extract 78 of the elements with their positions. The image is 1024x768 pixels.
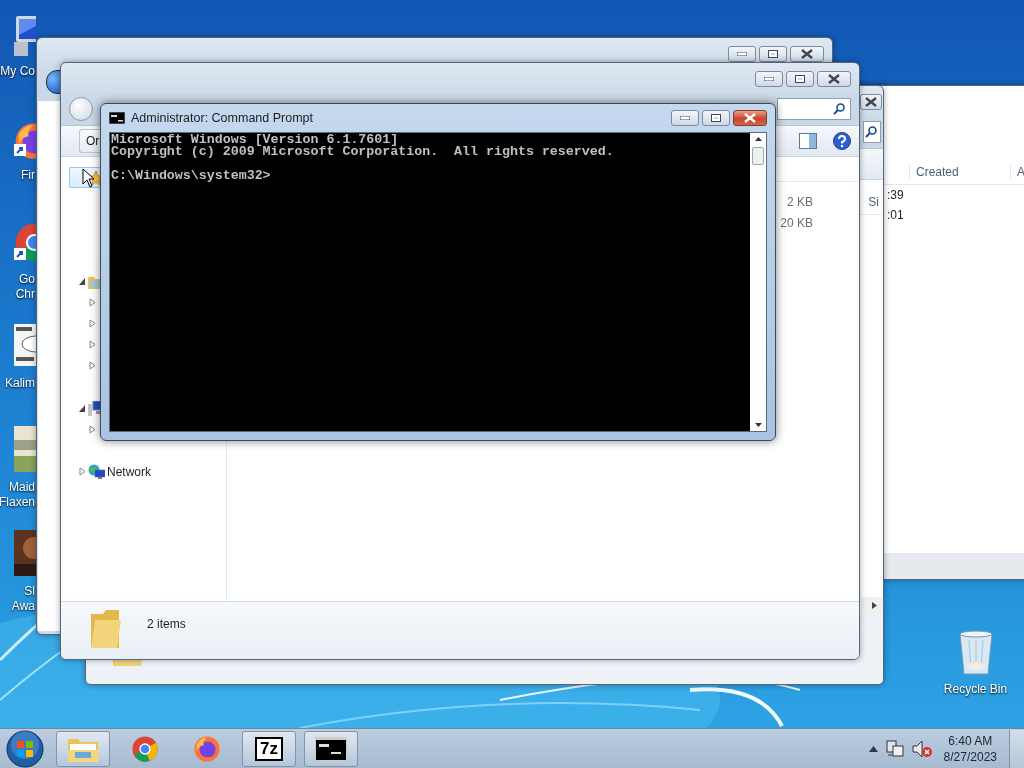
scroll-up-icon[interactable] bbox=[754, 137, 762, 141]
search-field[interactable] bbox=[777, 98, 851, 120]
desktop-icon-label[interactable]: Fir bbox=[21, 168, 36, 183]
minimize-icon bbox=[680, 116, 690, 120]
scrollbar[interactable] bbox=[750, 133, 766, 431]
close-button[interactable] bbox=[817, 71, 851, 87]
expand-arrow-icon[interactable] bbox=[89, 360, 96, 370]
close-icon bbox=[865, 97, 877, 107]
console-icon bbox=[315, 736, 347, 761]
preview-pane-icon[interactable] bbox=[799, 133, 817, 149]
window-title: Administrator: Command Prompt bbox=[131, 111, 314, 125]
computer-icon bbox=[88, 401, 100, 416]
file-size: 2 KB bbox=[787, 194, 813, 211]
library-icon bbox=[88, 274, 100, 289]
nav-label: Network bbox=[107, 464, 151, 479]
clock-date[interactable]: 8/27/2023 bbox=[943, 748, 997, 765]
scroll-thumb[interactable] bbox=[752, 147, 764, 165]
taskbar-button[interactable]: 7z bbox=[242, 730, 296, 767]
close-icon bbox=[828, 74, 840, 84]
maximize-icon bbox=[711, 114, 721, 122]
collapse-arrow-icon[interactable] bbox=[79, 403, 86, 413]
maximize-button[interactable] bbox=[759, 46, 787, 62]
item-count: 2 items bbox=[147, 617, 186, 631]
scroll-right-icon[interactable] bbox=[872, 602, 877, 609]
desktop-icon-label[interactable]: Go bbox=[19, 272, 36, 287]
console-line: Copyright (c) 2009 Microsoft Corporation. All rights reserved. bbox=[111, 146, 615, 158]
search-icon bbox=[865, 126, 877, 138]
desktop-icon-label[interactable]: My Co bbox=[0, 64, 36, 79]
console-line: Microsoft Windows [Version 6.1.7601] bbox=[111, 134, 399, 146]
recycle-bin-icon[interactable] bbox=[957, 630, 995, 676]
expand-arrow-icon[interactable] bbox=[89, 318, 96, 328]
search-icon bbox=[833, 103, 845, 115]
organize-button[interactable]: Or bbox=[79, 129, 101, 153]
console-icon bbox=[109, 112, 125, 124]
minimize-button[interactable] bbox=[728, 46, 756, 62]
command-prompt[interactable]: C:\Windows\system32> bbox=[111, 170, 750, 182]
mouse-cursor bbox=[82, 168, 95, 188]
star-icon bbox=[88, 169, 100, 186]
sketch-icon[interactable] bbox=[14, 322, 36, 368]
taskbar-button[interactable] bbox=[304, 730, 358, 767]
maximize-button[interactable] bbox=[786, 71, 814, 87]
network-icon[interactable] bbox=[885, 739, 904, 758]
desktop-icon-label[interactable]: Flaxen bbox=[0, 495, 36, 510]
maximize-icon bbox=[768, 50, 778, 58]
minimize-icon bbox=[737, 52, 747, 56]
maximize-button[interactable] bbox=[702, 110, 730, 126]
minimize-icon bbox=[764, 77, 774, 81]
expand-arrow-icon[interactable] bbox=[89, 339, 96, 349]
column-header[interactable]: Created bbox=[909, 165, 1010, 179]
expand-arrow-icon[interactable] bbox=[89, 424, 96, 434]
show-hidden-icons-button[interactable] bbox=[868, 745, 878, 752]
close-icon bbox=[744, 113, 756, 123]
table-cell: :01 bbox=[887, 208, 904, 222]
scrollbar[interactable] bbox=[861, 597, 883, 614]
close-icon bbox=[801, 49, 813, 59]
file-size: 20 KB bbox=[780, 215, 813, 232]
network-icon bbox=[88, 463, 105, 480]
search-field[interactable] bbox=[863, 121, 881, 143]
collapse-arrow-icon[interactable] bbox=[79, 276, 86, 286]
maximize-icon bbox=[795, 75, 805, 83]
close-button[interactable] bbox=[733, 110, 767, 126]
desktop-icon-label[interactable]: Awa bbox=[11, 599, 36, 614]
help-icon[interactable] bbox=[833, 132, 851, 150]
desktop-icon-label[interactable]: Maid bbox=[9, 480, 36, 495]
folder-icon bbox=[89, 608, 123, 650]
scroll-down-icon[interactable] bbox=[754, 423, 762, 427]
column-header[interactable]: Si bbox=[868, 195, 879, 209]
start-button[interactable] bbox=[6, 729, 44, 768]
muted-volume-icon[interactable] bbox=[911, 739, 932, 758]
table-cell: :39 bbox=[887, 188, 904, 202]
archive-logo: 7z bbox=[255, 736, 283, 761]
close-button[interactable] bbox=[790, 46, 824, 62]
close-button[interactable] bbox=[860, 94, 882, 110]
expand-arrow-icon[interactable] bbox=[79, 466, 86, 476]
desktop-icon-label[interactable]: Kalim bbox=[5, 376, 36, 391]
desktop-icon-label[interactable]: Chr bbox=[15, 287, 36, 302]
expand-arrow-icon[interactable] bbox=[89, 297, 96, 307]
clock-time[interactable]: 6:40 AM bbox=[948, 732, 993, 749]
